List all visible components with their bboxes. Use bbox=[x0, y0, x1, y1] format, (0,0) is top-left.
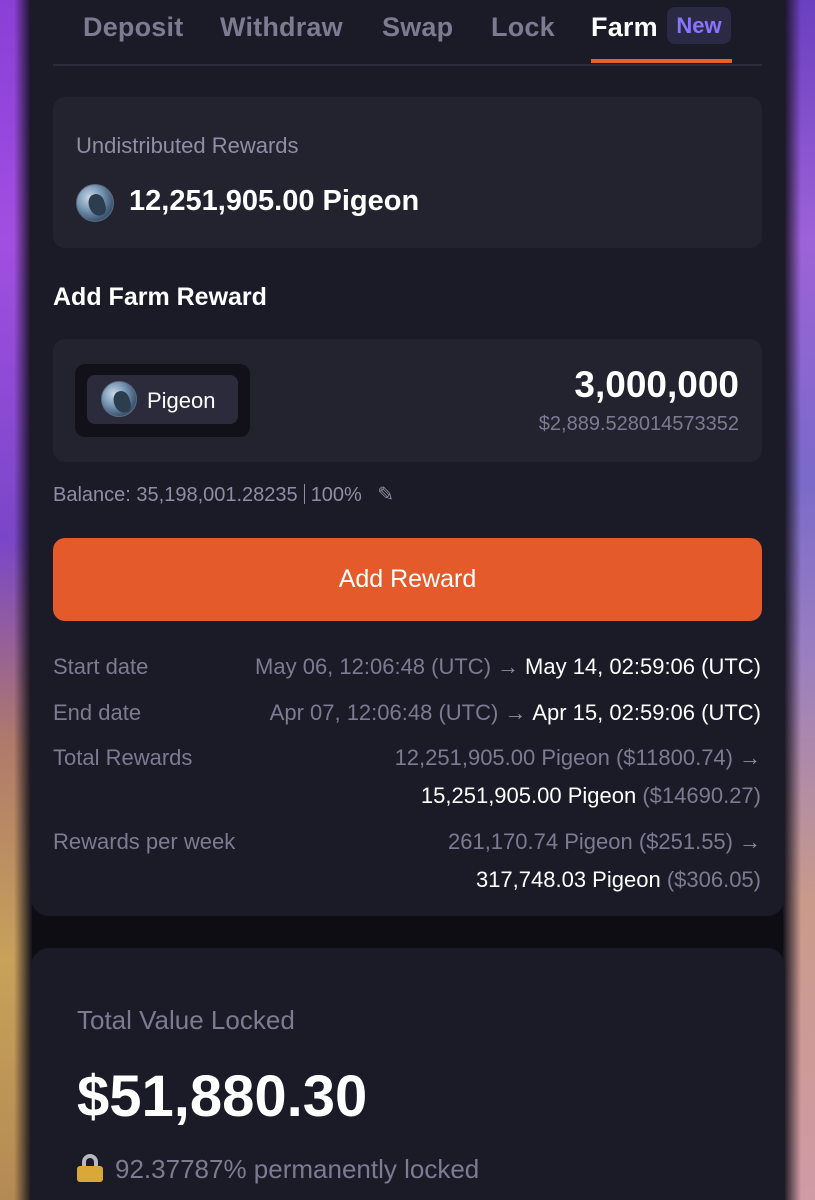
undistributed-amount: 12,251,905.00 Pigeon bbox=[129, 185, 420, 217]
total-rewards-old-row: 12,251,905.00 Pigeon ($11800.74) → bbox=[395, 745, 761, 771]
arrow-icon: → bbox=[739, 745, 761, 770]
end-date-old: Apr 07, 12:06:48 (UTC) bbox=[269, 700, 499, 725]
rewards-per-week-label: Rewards per week bbox=[53, 829, 236, 854]
total-rewards-new-usd: ($14690.27) bbox=[642, 783, 761, 808]
locked-percentage-row: 92.37787% permanently locked bbox=[77, 1154, 479, 1185]
undistributed-rewards-card: Undistributed Rewards 12,251,905.00 Pige… bbox=[53, 97, 762, 248]
lock-icon bbox=[77, 1154, 103, 1182]
add-reward-button[interactable]: Add Reward bbox=[53, 538, 762, 621]
total-rewards-label: Total Rewards bbox=[53, 745, 193, 770]
token-selector[interactable]: Pigeon bbox=[75, 364, 250, 437]
start-date-label: Start date bbox=[53, 654, 149, 679]
start-date-new: May 14, 02:59:06 (UTC) bbox=[525, 654, 761, 679]
end-date-label: End date bbox=[53, 700, 142, 725]
balance-row: Balance: 35,198,001.28235 100% ✎ bbox=[53, 482, 394, 507]
tab-farm[interactable]: Farm bbox=[591, 12, 658, 43]
active-tab-indicator bbox=[591, 59, 732, 63]
start-date-value: May 06, 12:06:48 (UTC) → May 14, 02:59:06 … bbox=[255, 654, 761, 680]
reward-amount-input[interactable]: 3,000,000 bbox=[574, 364, 739, 406]
undistributed-label: Undistributed Rewards bbox=[76, 133, 299, 158]
arrow-icon: → bbox=[739, 829, 761, 854]
total-rewards-new-row: 15,251,905.00 Pigeon ($14690.27) bbox=[421, 783, 761, 809]
pigeon-token-icon bbox=[76, 184, 114, 222]
divider bbox=[303, 484, 305, 504]
locked-percentage-text: 92.37787% permanently locked bbox=[115, 1154, 480, 1184]
arrow-icon: → bbox=[497, 654, 520, 679]
add-farm-reward-title: Add Farm Reward bbox=[53, 283, 267, 311]
balance-label: Balance: bbox=[53, 484, 131, 506]
arrow-icon: → bbox=[504, 700, 527, 725]
tab-lock[interactable]: Lock bbox=[491, 12, 555, 43]
pigeon-token-icon bbox=[101, 381, 137, 417]
tab-swap[interactable]: Swap bbox=[382, 12, 453, 43]
window-edge-left bbox=[0, 0, 32, 1200]
tab-withdraw[interactable]: Withdraw bbox=[220, 12, 343, 43]
reward-amount-input-card: Pigeon 3,000,000 $2,889.528014573352 bbox=[53, 339, 762, 462]
rewards-per-week-new-usd: ($306.05) bbox=[666, 867, 761, 892]
max-percent-button[interactable]: 100% bbox=[311, 484, 362, 506]
rewards-per-week-new-amount: 317,748.03 Pigeon bbox=[475, 867, 661, 892]
pencil-icon[interactable]: ✎ bbox=[377, 482, 394, 507]
tab-deposit[interactable]: Deposit bbox=[83, 12, 183, 43]
token-name: Pigeon bbox=[147, 388, 216, 413]
tab-bar: Deposit Withdraw Swap Lock Farm New bbox=[53, 0, 762, 66]
rewards-per-week-old: 261,170.74 Pigeon ($251.55) bbox=[447, 829, 733, 854]
tvl-value: $51,880.30 bbox=[77, 1064, 368, 1129]
window-edge-right bbox=[783, 0, 815, 1200]
total-rewards-old: 12,251,905.00 Pigeon ($11800.74) bbox=[394, 745, 733, 770]
balance-value: 35,198,001.28235 bbox=[136, 484, 298, 506]
rewards-per-week-old-row: 261,170.74 Pigeon ($251.55) → bbox=[448, 829, 761, 855]
rewards-per-week-new-row: 317,748.03 Pigeon ($306.05) bbox=[476, 867, 761, 893]
token-chip[interactable]: Pigeon bbox=[87, 375, 238, 424]
start-date-old: May 06, 12:06:48 (UTC) bbox=[255, 654, 492, 679]
tvl-label: Total Value Locked bbox=[77, 1005, 295, 1035]
end-date-new: Apr 15, 02:59:06 (UTC) bbox=[532, 700, 761, 725]
end-date-value: Apr 07, 12:06:48 (UTC) → Apr 15, 02:59:06 … bbox=[270, 700, 761, 726]
total-rewards-new-amount: 15,251,905.00 Pigeon bbox=[420, 783, 637, 808]
new-badge: New bbox=[667, 7, 731, 44]
reward-amount-usd: $2,889.528014573352 bbox=[538, 413, 739, 435]
tvl-card: Total Value Locked $51,880.30 92.37787% … bbox=[31, 948, 785, 1200]
